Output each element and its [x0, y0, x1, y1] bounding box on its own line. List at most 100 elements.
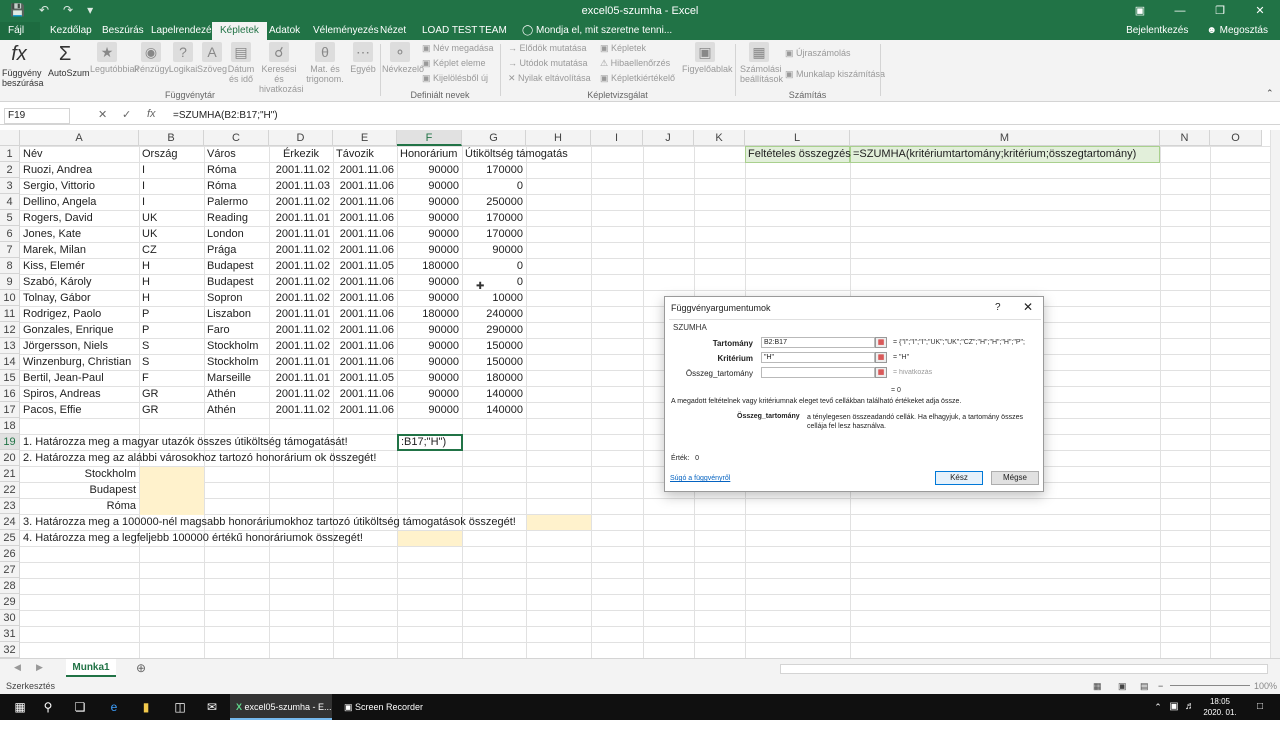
row-header[interactable]: 18	[0, 418, 20, 434]
cell-c13[interactable]: Stockholm	[204, 338, 269, 354]
cell-a17[interactable]: Pacos, Effie	[20, 402, 139, 418]
calculation-options-button[interactable]: ▦ Számolási beállítások	[740, 42, 783, 84]
column-header[interactable]: O	[1210, 130, 1262, 146]
create-from-selection-button[interactable]: ▣ Kijelölésből új	[422, 73, 488, 84]
cell-b3[interactable]: I	[139, 178, 204, 194]
error-checking-button[interactable]: ⚠ Hibaellenőrzés	[600, 58, 670, 69]
cell-a24[interactable]: 3. Határozza meg a 100000-nél magsabb ho…	[20, 514, 519, 530]
row-header[interactable]: 4	[0, 194, 20, 210]
watch-window-button[interactable]: ▣ Figyelőablak	[682, 42, 733, 74]
cell-b15[interactable]: F	[139, 370, 204, 386]
cell-g6[interactable]: 170000	[462, 226, 526, 242]
cell-b7[interactable]: CZ	[139, 242, 204, 258]
row-header[interactable]: 23	[0, 498, 20, 514]
cell-d3[interactable]: 2001.11.03	[269, 178, 333, 194]
restore-icon[interactable]: ❐	[1200, 0, 1240, 22]
cell-c7[interactable]: Prága	[204, 242, 269, 258]
cell-c16[interactable]: Athén	[204, 386, 269, 402]
row-header[interactable]: 31	[0, 626, 20, 642]
cell-g2[interactable]: 170000	[462, 162, 526, 178]
add-sheet-icon[interactable]: ⊕	[136, 661, 146, 675]
row-header[interactable]: 24	[0, 514, 20, 530]
cell-c12[interactable]: Faro	[204, 322, 269, 338]
cell-d8[interactable]: 2001.11.02	[269, 258, 333, 274]
cell-b5[interactable]: UK	[139, 210, 204, 226]
dialog-help-icon[interactable]: ?	[995, 302, 1001, 313]
arg3-collapse-icon[interactable]: ▦	[875, 367, 887, 378]
cell-g13[interactable]: 150000	[462, 338, 526, 354]
cell-f9[interactable]: 90000	[397, 274, 462, 290]
define-name-button[interactable]: ▣ Név megadása	[422, 43, 494, 54]
insert-function-button[interactable]: fx Függvény beszúrása	[2, 42, 44, 88]
cell-b14[interactable]: S	[139, 354, 204, 370]
name-manager-button[interactable]: ⚬ Névkezelő	[382, 42, 424, 74]
row-header[interactable]: 19	[0, 434, 20, 450]
taskbar-excel-window[interactable]: X excel05-szumha - E...	[230, 694, 332, 720]
row-header[interactable]: 13	[0, 338, 20, 354]
cell-f6[interactable]: 90000	[397, 226, 462, 242]
cell-e11[interactable]: 2001.11.06	[333, 306, 397, 322]
cell-f11[interactable]: 180000	[397, 306, 462, 322]
cell-a8[interactable]: Kiss, Elemér	[20, 258, 139, 274]
row-header[interactable]: 30	[0, 610, 20, 626]
cell-f8[interactable]: 180000	[397, 258, 462, 274]
cell-f5[interactable]: 90000	[397, 210, 462, 226]
cell-a3[interactable]: Sergio, Vittorio	[20, 178, 139, 194]
cell-e6[interactable]: 2001.11.06	[333, 226, 397, 242]
cell-d14[interactable]: 2001.11.01	[269, 354, 333, 370]
name-box[interactable]: F19	[4, 108, 70, 124]
cell-f13[interactable]: 90000	[397, 338, 462, 354]
cell-a7[interactable]: Marek, Milan	[20, 242, 139, 258]
cancel-button[interactable]: Mégse	[991, 471, 1039, 485]
cell-b12[interactable]: P	[139, 322, 204, 338]
cancel-entry-icon[interactable]: ✕	[98, 108, 107, 121]
trace-dependents-button[interactable]: → Utódok mutatása	[508, 58, 588, 68]
cell-a6[interactable]: Jones, Kate	[20, 226, 139, 242]
cell-f10[interactable]: 90000	[397, 290, 462, 306]
cell-e1[interactable]: Távozik	[333, 146, 377, 162]
cell-b8[interactable]: H	[139, 258, 204, 274]
close-icon[interactable]: ✕	[1240, 0, 1280, 22]
cell-c8[interactable]: Budapest	[204, 258, 269, 274]
cell-a21[interactable]: Stockholm	[20, 466, 139, 482]
cell-c14[interactable]: Stockholm	[204, 354, 269, 370]
cell-g17[interactable]: 140000	[462, 402, 526, 418]
cell-c10[interactable]: Sopron	[204, 290, 269, 306]
row-header[interactable]: 9	[0, 274, 20, 290]
cell-f7[interactable]: 90000	[397, 242, 462, 258]
cell-f2[interactable]: 90000	[397, 162, 462, 178]
page-break-view-icon[interactable]: ▤	[1140, 678, 1149, 694]
cell-g8[interactable]: 0	[462, 258, 526, 274]
next-sheet-icon[interactable]: ▶	[36, 662, 43, 673]
row-header[interactable]: 7	[0, 242, 20, 258]
select-all-corner[interactable]	[0, 130, 20, 146]
cell-e12[interactable]: 2001.11.06	[333, 322, 397, 338]
cell-d6[interactable]: 2001.11.01	[269, 226, 333, 242]
financial-functions-button[interactable]: ◉ Pénzügyi	[134, 42, 171, 74]
page-layout-view-icon[interactable]: ▣	[1118, 678, 1127, 694]
cell-b13[interactable]: S	[139, 338, 204, 354]
answer-range-b21-b23[interactable]	[140, 467, 204, 515]
answer-cell-f25[interactable]	[398, 531, 462, 546]
ok-button[interactable]: Kész	[935, 471, 983, 485]
row-header[interactable]: 28	[0, 578, 20, 594]
arg1-collapse-icon[interactable]: ▦	[875, 337, 887, 348]
row-header[interactable]: 17	[0, 402, 20, 418]
column-header[interactable]: L	[745, 130, 850, 146]
cell-d2[interactable]: 2001.11.02	[269, 162, 333, 178]
row-header[interactable]: 5	[0, 210, 20, 226]
cell-a12[interactable]: Gonzales, Enrique	[20, 322, 139, 338]
cell-g7[interactable]: 90000	[462, 242, 526, 258]
cell-g3[interactable]: 0	[462, 178, 526, 194]
insert-function-icon[interactable]: fx	[147, 108, 156, 120]
cell-a2[interactable]: Ruozi, Andrea	[20, 162, 139, 178]
formula-input[interactable]: =SZUMHA(B2:B17;"H")	[173, 110, 278, 121]
row-header[interactable]: 15	[0, 370, 20, 386]
tab-data[interactable]: Adatok	[261, 22, 308, 40]
file-explorer-icon[interactable]: ▮	[138, 699, 154, 715]
cell-d16[interactable]: 2001.11.02	[269, 386, 333, 402]
zoom-out-icon[interactable]: −	[1158, 678, 1163, 694]
row-header[interactable]: 29	[0, 594, 20, 610]
cell-e5[interactable]: 2001.11.06	[333, 210, 397, 226]
cell-a9[interactable]: Szabó, Károly	[20, 274, 139, 290]
